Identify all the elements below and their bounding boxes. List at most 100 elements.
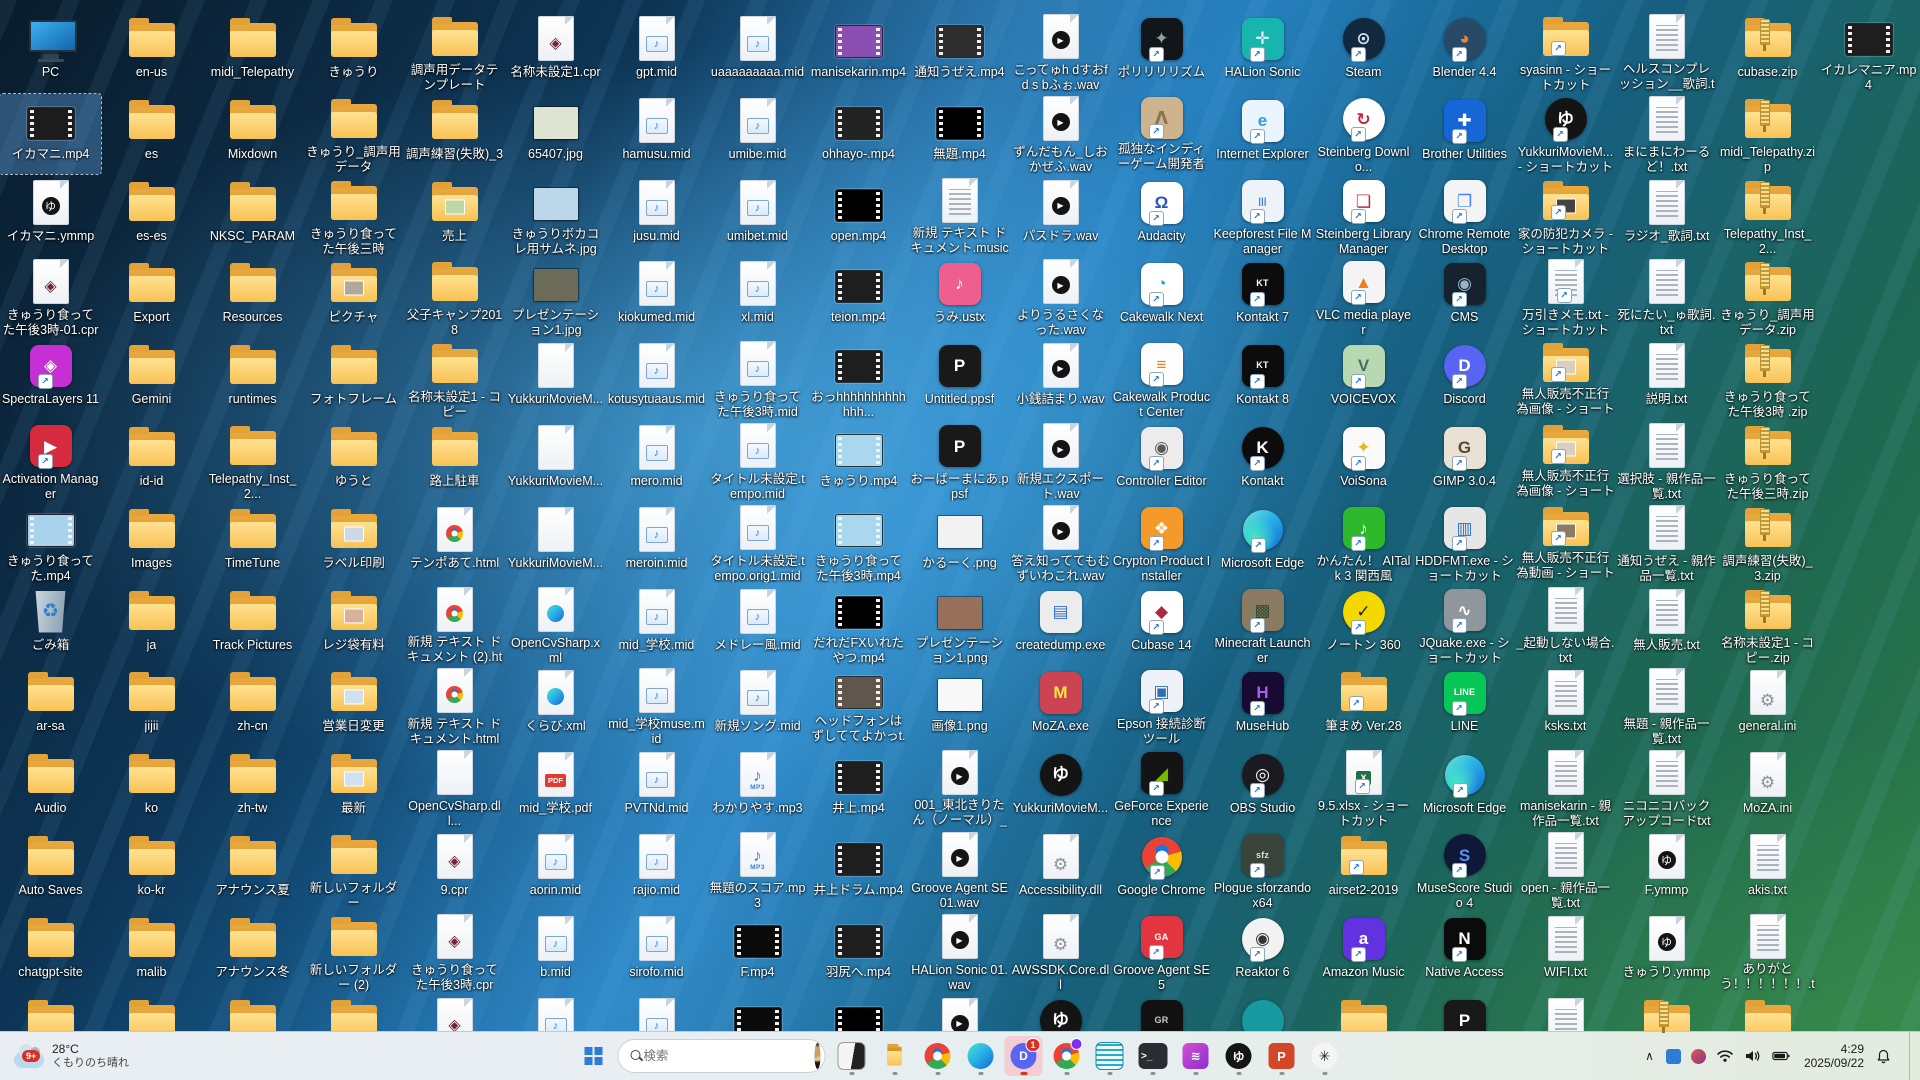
desktop-icon[interactable]: 画像1.png <box>909 666 1010 746</box>
desktop-icon[interactable]: YukkuriMovieM... <box>505 503 606 583</box>
desktop-icon[interactable]: Mixdown <box>202 94 303 174</box>
desktop-icon[interactable]: ⚙ MoZA.ini <box>1717 748 1818 828</box>
wifi-icon[interactable] <box>1716 1047 1734 1065</box>
desktop-icon[interactable]: a ↗ Amazon Music <box>1313 912 1414 992</box>
desktop-icon[interactable]: プレゼンテーション1.png <box>909 585 1010 665</box>
desktop-icon[interactable]: きゅうり食ってた午後三時.zip <box>1717 421 1818 501</box>
desktop-icon[interactable]: ◉ ↗ Controller Editor <box>1111 421 1212 501</box>
desktop-icon[interactable]: ✛ ↗ HALion Sonic <box>1212 12 1313 92</box>
desktop-icon[interactable]: sfz ↗ Plogue sforzando x64 <box>1212 830 1313 910</box>
desktop-icon[interactable]: ◉ ↗ CMS <box>1414 257 1515 337</box>
desktop-icon[interactable]: midi_Telepathy <box>202 12 303 92</box>
desktop-icon[interactable]: Images <box>101 503 202 583</box>
desktop-icon[interactable]: ♪ きゅうり食ってた午後3時.mid <box>707 339 808 419</box>
desktop-icon[interactable]: きゅうり食ってた午後3時.mp4 <box>808 503 909 583</box>
desktop-icon[interactable]: akis.txt <box>1717 830 1818 910</box>
desktop-icon[interactable]: YukkuriMovieM... <box>505 339 606 419</box>
desktop-icon[interactable]: ♪ メドレー風.mid <box>707 585 808 665</box>
weather-widget[interactable]: 9+ 28°C くもりのち晴れ <box>0 1032 143 1080</box>
desktop-icon[interactable]: ゆ YukkuriMovieM... <box>1010 748 1111 828</box>
taskbar-app-chrome-profile[interactable] <box>1048 1036 1086 1076</box>
desktop-icon[interactable]: NKSC_PARAM <box>202 176 303 256</box>
notification-bell-icon[interactable] <box>1874 1049 1899 1064</box>
desktop-icon[interactable]: X ↗ 9.5.xlsx - ショートカット <box>1313 748 1414 828</box>
desktop-icon[interactable]: ラジオ_歌詞.txt <box>1616 176 1717 256</box>
desktop-icon[interactable]: ♪ rajio.mid <box>606 830 707 910</box>
desktop-icon[interactable]: ◆ ↗ Cubase 14 <box>1111 585 1212 665</box>
desktop-icon[interactable]: ♪ meroin.mid <box>606 503 707 583</box>
desktop-icon[interactable]: manisekarin - 親作品一覧.txt <box>1515 748 1616 828</box>
desktop-icon[interactable]: ar-sa <box>0 666 101 746</box>
desktop-icon[interactable]: だれだFXいれたやつ.mp4 <box>808 585 909 665</box>
desktop-icon[interactable]: ✓ ↗ ノートン 360 <box>1313 585 1414 665</box>
desktop-icon[interactable]: ♪ PVTNd.mid <box>606 748 707 828</box>
desktop-icon[interactable]: ♪ kiokumed.mid <box>606 257 707 337</box>
desktop-icon[interactable]: ♪ umibe.mid <box>707 94 808 174</box>
taskbar-app-yukkuri-movie-maker[interactable]: ゆ <box>1220 1036 1258 1076</box>
taskbar-app-file-explorer[interactable] <box>876 1036 914 1076</box>
desktop-icon[interactable]: ◈ ↗ SpectraLayers 11 <box>0 339 101 419</box>
desktop-icon[interactable]: レジ袋有料 <box>303 585 404 665</box>
desktop-icon[interactable]: ▶ 小銭詰まり.wav <box>1010 339 1111 419</box>
desktop-icon[interactable]: ▩ ↗ Minecraft Launcher <box>1212 585 1313 665</box>
desktop-icon[interactable]: G ↗ GIMP 3.0.4 <box>1414 421 1515 501</box>
desktop-icon[interactable]: V ↗ VOICEVOX <box>1313 339 1414 419</box>
desktop-icon[interactable]: ♪ uaaaaaaaaa.mid <box>707 12 808 92</box>
desktop-icon[interactable]: Audio <box>0 748 101 828</box>
desktop-icon[interactable]: ♪ kotusytuaaus.mid <box>606 339 707 419</box>
desktop-icon[interactable]: ゆ F.ymmp <box>1616 830 1717 910</box>
desktop-icon[interactable]: 新規 テキスト ドキュメント.html <box>404 666 505 746</box>
desktop-icon[interactable]: ksks.txt <box>1515 666 1616 746</box>
taskbar-app-window-preview[interactable] <box>833 1036 871 1076</box>
desktop-icon[interactable]: ohhayo-.mp4 <box>808 94 909 174</box>
desktop-icon[interactable]: ◉ ↗ Reaktor 6 <box>1212 912 1313 992</box>
desktop-icon[interactable]: ◕ ↗ Blender 4.4 <box>1414 12 1515 92</box>
desktop-icon[interactable]: ↻ ↗ Steinberg Downlo... <box>1313 94 1414 174</box>
desktop-icon[interactable]: en-us <box>101 12 202 92</box>
desktop-icon[interactable]: ♪ jusu.mid <box>606 176 707 256</box>
desktop-icon[interactable]: ≡ ↗ Cakewalk Product Center <box>1111 339 1212 419</box>
desktop-icon[interactable]: Auto Saves <box>0 830 101 910</box>
desktop-icon[interactable]: ↗ Google Chrome <box>1111 830 1212 910</box>
desktop-icon[interactable]: ラベル印刷 <box>303 503 404 583</box>
desktop-icon[interactable]: es-es <box>101 176 202 256</box>
desktop-icon[interactable]: H ↗ MuseHub <box>1212 666 1313 746</box>
desktop-icon[interactable]: ありがとう！！！！！！.txt <box>1717 912 1818 992</box>
desktop-icon[interactable]: zh-cn <box>202 666 303 746</box>
desktop-icon[interactable]: ◈ きゅうり食ってた午後3時-01.cpr <box>0 257 101 337</box>
desktop-icon[interactable]: 通知うぜえ.mp4 <box>909 12 1010 92</box>
tray-overflow-chevron[interactable]: ∧ <box>1643 1049 1656 1063</box>
desktop-icon[interactable]: ▲ ↗ VLC media player <box>1313 257 1414 337</box>
desktop-icon[interactable]: ▶ Groove Agent SE 01.wav <box>909 830 1010 910</box>
desktop-icon[interactable]: midi_Telepathy.zip <box>1717 94 1818 174</box>
search-input[interactable] <box>641 1048 807 1064</box>
desktop-icon[interactable]: きゅうり.mp4 <box>808 421 909 501</box>
desktop-icon[interactable]: ▶ ずんだもん_しおかぜふ.wav <box>1010 94 1111 174</box>
desktop-icon[interactable]: id-id <box>101 421 202 501</box>
desktop-icon[interactable]: ▶ 答え知っててもむずいわこれ.wav <box>1010 503 1111 583</box>
desktop-icon[interactable]: 調声練習(失敗)_3 <box>404 94 505 174</box>
desktop-icon[interactable]: 井上.mp4 <box>808 748 909 828</box>
desktop-icon[interactable]: ↗ 万引きメモ.txt - ショートカット <box>1515 257 1616 337</box>
desktop-icon[interactable]: ◔ ↗ Cakewalk Next <box>1111 257 1212 337</box>
desktop-icon[interactable]: OpenCvSharp.xml <box>505 585 606 665</box>
desktop-icon[interactable]: 無題 - 親作品一覧.txt <box>1616 666 1717 746</box>
desktop-icon[interactable]: 新しいフォルダー (2) <box>303 912 404 992</box>
desktop-icon[interactable]: ◎ ↗ OBS Studio <box>1212 748 1313 828</box>
desktop-icon[interactable]: ♪ umibet.mid <box>707 176 808 256</box>
desktop-icon[interactable]: 新規 テキスト ドキュメント.musicxml <box>909 176 1010 256</box>
desktop-icon[interactable]: きゅうりボカコレ用サムネ.jpg <box>505 176 606 256</box>
desktop-icon[interactable]: jijii <box>101 666 202 746</box>
desktop-icon[interactable]: ∿ ↗ JQuake.exe - ショートカット <box>1414 585 1515 665</box>
desktop-icon[interactable]: くらび.xml <box>505 666 606 746</box>
desktop-icon[interactable]: ゆうと <box>303 421 404 501</box>
desktop-icon[interactable]: ja <box>101 585 202 665</box>
desktop-icon[interactable]: ▶ こってゅh dすおf d s bふぉ.wav <box>1010 12 1111 92</box>
desktop-icon[interactable]: ▥ ↗ HDDFMT.exe - ショートカット <box>1414 503 1515 583</box>
desktop-icon[interactable]: ニコニコバックアップコードtxt <box>1616 748 1717 828</box>
desktop-icon[interactable]: 最新 <box>303 748 404 828</box>
desktop-icon[interactable]: ⚙ AWSSDK.Core.dll <box>1010 912 1111 992</box>
desktop-icon[interactable]: 名称未設定1 - コピー.zip <box>1717 585 1818 665</box>
desktop-icon[interactable]: ♪ タイトル未設定.tempo.mid <box>707 421 808 501</box>
desktop-icon[interactable]: テンポあて.html <box>404 503 505 583</box>
